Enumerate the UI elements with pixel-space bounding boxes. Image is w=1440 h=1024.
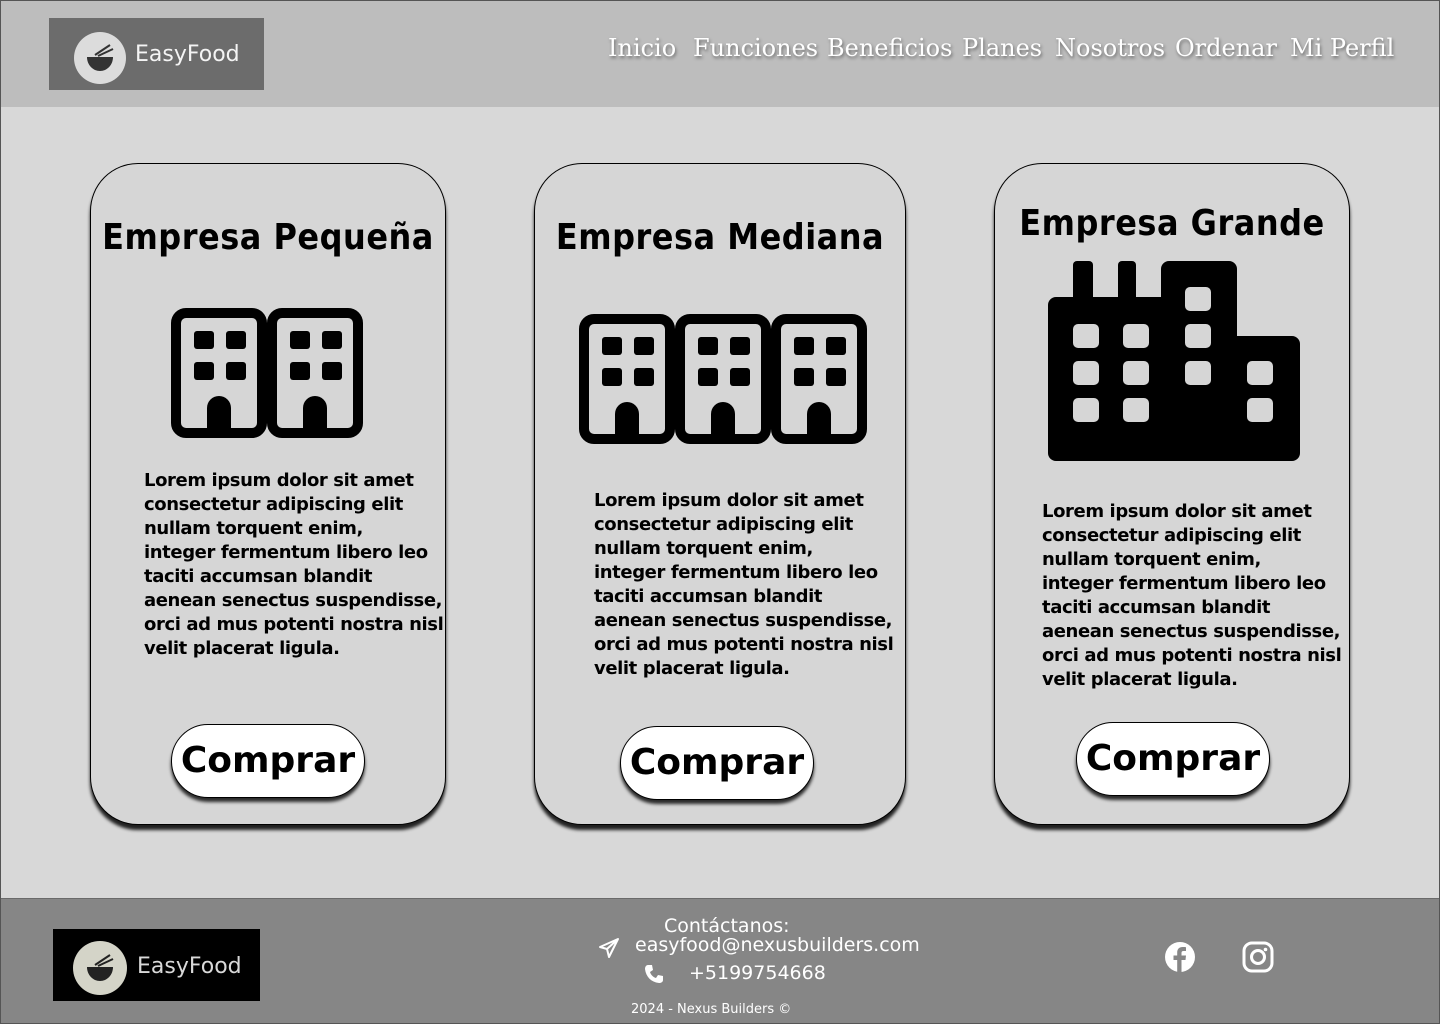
- plan-card-medium: Empresa Mediana Lorem ipsum dolor sit am…: [534, 163, 906, 825]
- buy-button-small[interactable]: Comprar: [171, 724, 365, 798]
- plan-title: Empresa Pequeña: [102, 216, 434, 258]
- plan-card-small: Empresa Pequeña Lorem ipsum dolor sit am…: [90, 163, 446, 825]
- instagram-icon[interactable]: [1242, 941, 1274, 973]
- nav-funciones[interactable]: Funciones: [693, 34, 818, 62]
- phone-icon: [645, 965, 663, 983]
- rice-bowl-icon: [73, 941, 127, 995]
- send-icon: [599, 938, 619, 958]
- contact-email[interactable]: easyfood@nexusbuilders.com: [635, 934, 920, 956]
- nav-mi-perfil[interactable]: Mi Perfil: [1290, 34, 1394, 62]
- factory-icon: [1048, 261, 1300, 461]
- header: EasyFood Inicio Funciones Beneficios Pla…: [1, 1, 1439, 107]
- buy-button-medium[interactable]: Comprar: [620, 726, 814, 800]
- two-buildings-icon: [171, 308, 363, 438]
- plan-description: Lorem ipsum dolor sit amet consectetur a…: [594, 490, 894, 679]
- facebook-icon[interactable]: [1164, 941, 1196, 973]
- three-buildings-icon: [579, 314, 867, 444]
- plan-description: Lorem ipsum dolor sit amet consectetur a…: [1042, 501, 1342, 690]
- main-nav: Inicio Funciones Beneficios Planes Nosot…: [1, 34, 1439, 68]
- nav-nosotros[interactable]: Nosotros: [1055, 34, 1165, 62]
- plan-title: Empresa Mediana: [555, 216, 885, 258]
- nav-beneficios[interactable]: Beneficios: [827, 34, 952, 62]
- footer-logo[interactable]: EasyFood: [53, 929, 260, 1001]
- plan-title: Empresa Grande: [1019, 202, 1325, 244]
- nav-inicio[interactable]: Inicio: [608, 34, 676, 62]
- plan-card-large: Empresa Grande Lorem ipsum dolor sit ame…: [994, 163, 1350, 825]
- buy-button-large[interactable]: Comprar: [1076, 722, 1270, 796]
- plan-description: Lorem ipsum dolor sit amet consectetur a…: [144, 470, 444, 659]
- nav-planes[interactable]: Planes: [962, 34, 1042, 62]
- nav-ordenar[interactable]: Ordenar: [1175, 34, 1277, 62]
- contact-phone[interactable]: +5199754668: [689, 962, 826, 984]
- footer: EasyFood Contáctanos: easyfood@nexusbuil…: [1, 898, 1439, 1023]
- footer-logo-text: EasyFood: [137, 954, 242, 979]
- copyright: 2024 - Nexus Builders ©: [631, 1002, 792, 1017]
